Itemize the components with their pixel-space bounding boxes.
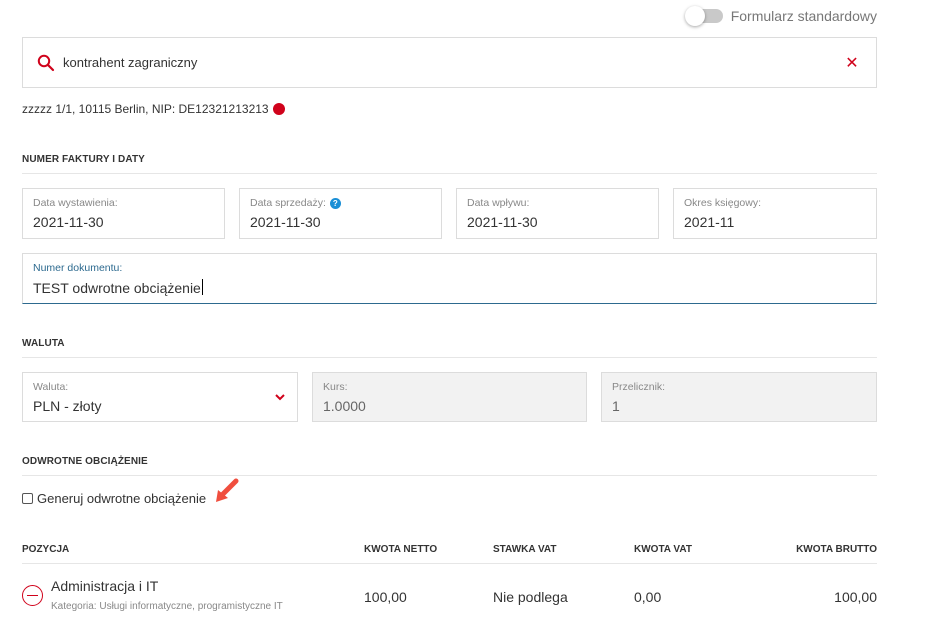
reverse-charge-checkbox[interactable]	[22, 493, 33, 504]
status-dot-icon	[272, 103, 285, 115]
issue-date-label: Data wystawienia:	[33, 197, 118, 209]
exchange-rate-label: Kurs:	[323, 381, 348, 393]
section-title-reverse-charge: ODWROTNE OBCIĄŻENIE	[22, 456, 877, 476]
accounting-period-field[interactable]: Okres księgowy: 2021-11	[673, 188, 877, 239]
row-item-category: Kategoria: Usługi informatyczne, program…	[51, 601, 283, 612]
converter-field: Przelicznik: 1	[601, 372, 877, 422]
issue-date-field[interactable]: Data wystawienia: 2021-11-30	[22, 188, 225, 239]
receipt-date-label: Data wpływu:	[467, 197, 530, 209]
pointer-arrow-icon	[214, 477, 240, 510]
close-icon[interactable]: ✕	[842, 53, 862, 73]
accounting-period-value[interactable]: 2021-11	[684, 214, 866, 230]
sale-date-value[interactable]: 2021-11-30	[250, 214, 431, 230]
section-title-currency: WALUTA	[22, 338, 877, 358]
row-vat-rate[interactable]: Nie podlega	[493, 589, 568, 605]
contractor-address: zzzzz 1/1, 10115 Berlin, NIP: DE12321213…	[22, 102, 285, 116]
currency-value[interactable]: PLN - złoty	[33, 398, 287, 414]
document-number-label: Numer dokumentu:	[33, 262, 123, 274]
row-gross-amount[interactable]: 100,00	[834, 589, 877, 605]
sale-date-label-row: Data sprzedaży: ?	[250, 197, 431, 209]
currency-label: Waluta:	[33, 381, 69, 393]
row-vat-amount: 0,00	[634, 589, 662, 605]
search-input[interactable]: kontrahent zagraniczny	[63, 55, 842, 70]
converter-label: Przelicznik:	[612, 381, 666, 393]
row-net-amount[interactable]: 100,00	[364, 589, 407, 605]
address-text: zzzzz 1/1, 10115 Berlin, NIP: DE12321213…	[22, 102, 269, 116]
table-header-divider	[22, 563, 877, 564]
help-icon[interactable]: ?	[329, 197, 341, 209]
currency-select[interactable]: Waluta: PLN - złoty	[22, 372, 298, 422]
reverse-charge-option[interactable]: Generuj odwrotne obciążenie	[22, 491, 206, 506]
exchange-rate-value: 1.0000	[323, 398, 366, 414]
column-header-vat: KWOTA VAT	[634, 544, 692, 555]
column-header-vat-rate: STAWKA VAT	[493, 544, 557, 555]
column-header-gross: KWOTA BRUTTO	[796, 544, 877, 555]
remove-row-icon[interactable]	[22, 585, 43, 606]
sale-date-field[interactable]: Data sprzedaży: ? 2021-11-30	[239, 188, 442, 239]
toggle-knob	[684, 6, 705, 26]
exchange-rate-field: Kurs: 1.0000	[312, 372, 587, 422]
receipt-date-field[interactable]: Data wpływu: 2021-11-30	[456, 188, 659, 239]
sale-date-label: Data sprzedaży:	[250, 197, 326, 209]
chevron-down-icon[interactable]	[275, 393, 285, 404]
search-icon	[37, 54, 55, 72]
reverse-charge-checkbox-label[interactable]: Generuj odwrotne obciążenie	[37, 491, 206, 506]
row-item-name[interactable]: Administracja i IT	[51, 578, 158, 594]
contractor-search-box[interactable]: kontrahent zagraniczny ✕	[22, 37, 877, 88]
receipt-date-value[interactable]: 2021-11-30	[467, 214, 648, 230]
column-header-net: KWOTA NETTO	[364, 544, 438, 555]
toggle-label: Formularz standardowy	[730, 8, 877, 24]
standard-form-toggle[interactable]	[684, 6, 723, 26]
column-header-position: POZYCJA	[22, 544, 70, 555]
section-title-invoice: NUMER FAKTURY I DATY	[22, 154, 877, 174]
issue-date-value[interactable]: 2021-11-30	[33, 214, 214, 230]
document-number-input[interactable]: TEST odwrotne obciążenie	[33, 280, 201, 296]
accounting-period-label: Okres księgowy:	[684, 197, 762, 209]
document-number-field[interactable]: Numer dokumentu: TEST odwrotne obciążeni…	[22, 253, 877, 304]
standard-form-toggle-row: Formularz standardowy	[684, 6, 877, 26]
converter-value: 1	[612, 398, 620, 414]
document-number-value-row: TEST odwrotne obciążenie	[33, 279, 866, 296]
text-cursor	[201, 279, 203, 295]
